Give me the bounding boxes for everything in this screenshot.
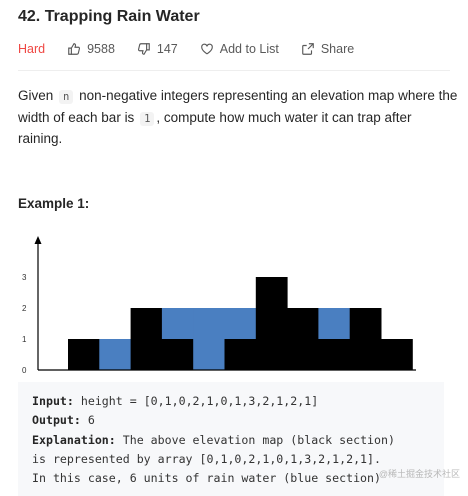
elevation-map-chart: 0 1 2 3 [22,236,416,375]
example-title: Example 1: [18,196,90,211]
explanation-line-1: The above elevation map (black section) [115,432,395,447]
y-tick-label: 1 [22,335,27,344]
elevation-bar [287,308,319,370]
header-divider [18,70,450,71]
y-axis-arrow [34,236,42,244]
dislike-button[interactable]: 147 [137,42,178,56]
output-label: Output: [32,413,81,428]
elevation-bar [318,339,351,370]
problem-title: 42. Trapping Rain Water [18,8,200,25]
like-count: 9588 [87,42,115,56]
elevation-bar [161,339,194,370]
elevation-bar [381,339,413,370]
add-to-list-label: Add to List [219,42,279,56]
explanation-line-2: is represented by array [0,1,0,2,1,0,1,3… [32,451,382,466]
share-icon [302,43,314,55]
y-tick-label: 2 [22,304,27,313]
elevation-bar [255,277,288,370]
y-tick-label: 0 [22,366,27,375]
elevation-bar [224,339,257,370]
thumbs-down-icon [137,43,150,55]
dislike-count: 147 [156,42,178,56]
water-block [161,308,194,339]
desc-text-1: Given [18,88,58,103]
elevation-bar [68,339,100,370]
watermark: @稀土掘金技术社区 [378,469,460,479]
heart-icon [200,43,213,55]
input-label: Input: [32,394,74,408]
share-button[interactable]: Share [301,42,354,56]
add-to-list-button[interactable]: Add to List [200,42,279,56]
elevation-bar [130,308,163,370]
share-label: Share [320,42,355,56]
elevation-bar [349,308,382,370]
input-value: height = [0,1,0,2,1,0,1,3,2,1,2,1] [73,394,319,408]
like-button[interactable]: 9588 [67,42,115,56]
output-value: 6 [80,413,95,428]
y-tick-label: 3 [22,273,27,282]
water-block [99,339,132,370]
difficulty-badge: Hard [18,42,46,56]
water-block [318,308,351,339]
problem-description: Given n non-negative integers representi… [18,86,458,150]
explanation-line-3: In this case, 6 units of rain water (blu… [32,471,382,486]
water-block [193,308,225,370]
inline-code-1: 1 [140,111,155,126]
inline-code-n: n [59,90,74,104]
explanation-label: Explanation: [32,432,116,447]
thumbs-up-icon [68,43,81,55]
problem-meta-bar: Hard 9588 147 Add to List Share [18,40,376,58]
water-block [224,308,257,339]
